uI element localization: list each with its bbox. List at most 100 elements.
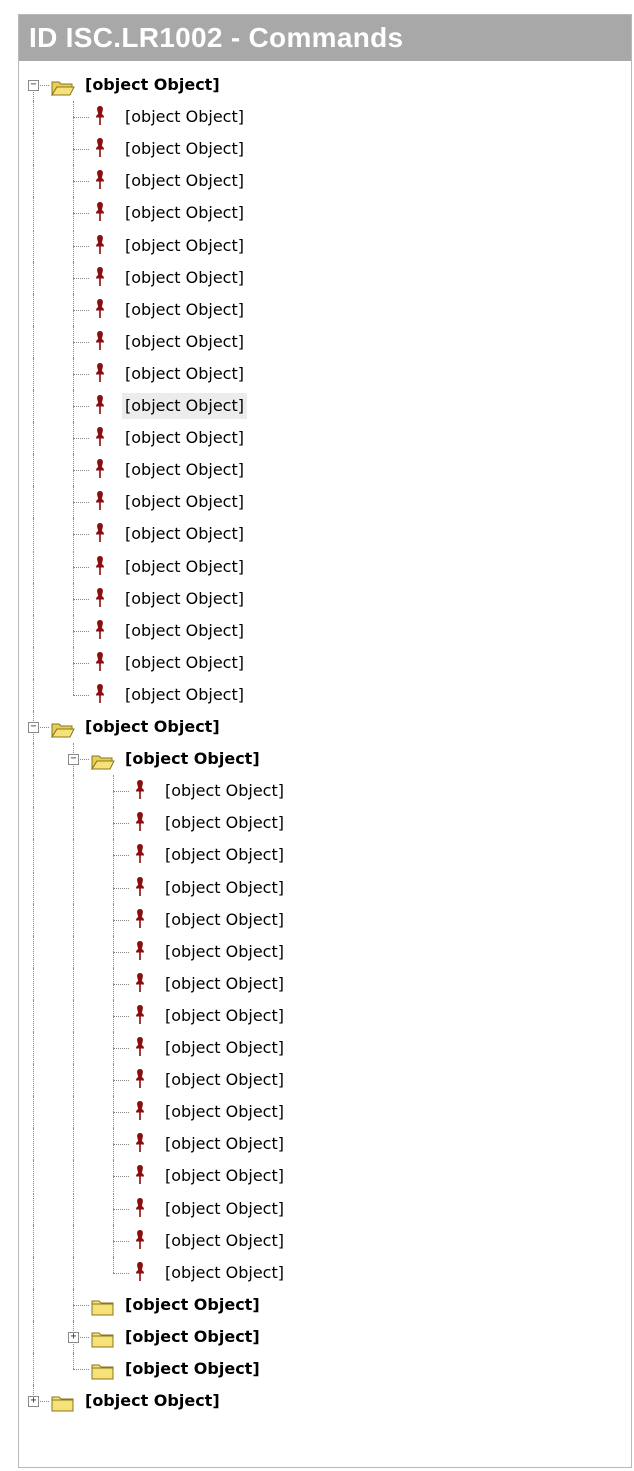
tree-command-row[interactable]: [object Object]: [19, 1032, 631, 1065]
collapse-toggle[interactable]: −: [68, 754, 79, 766]
tree-command-row[interactable]: [object Object]: [19, 935, 631, 968]
tree-command-row[interactable]: [object Object]: [19, 871, 631, 904]
command-label[interactable]: [object Object]: [162, 1131, 287, 1157]
command-label[interactable]: [object Object]: [122, 104, 247, 130]
tree-command-row[interactable]: [object Object]: [19, 390, 631, 423]
tree-command-row[interactable]: [object Object]: [19, 903, 631, 936]
tree-guide-line: [73, 967, 74, 1000]
tree-command-row[interactable]: [object Object]: [19, 101, 631, 134]
command-label[interactable]: [object Object]: [122, 233, 247, 259]
command-label[interactable]: [object Object]: [122, 618, 247, 644]
command-label[interactable]: [object Object]: [122, 168, 247, 194]
tree-command-row[interactable]: [object Object]: [19, 325, 631, 358]
folder-label[interactable]: [object Object]: [122, 1324, 263, 1350]
command-label[interactable]: [object Object]: [122, 650, 247, 676]
expand-toggle[interactable]: +: [68, 1331, 79, 1343]
command-label[interactable]: [object Object]: [122, 393, 247, 419]
tree-command-row[interactable]: [object Object]: [19, 261, 631, 294]
command-label[interactable]: [object Object]: [122, 521, 247, 547]
tree-folder-row[interactable]: + [object Object]: [19, 1320, 631, 1353]
tree-command-row[interactable]: [object Object]: [19, 1096, 631, 1129]
command-tree[interactable]: − [object Object] [object Object] [objec…: [19, 65, 631, 1467]
tree-command-row[interactable]: [object Object]: [19, 614, 631, 647]
command-label[interactable]: [object Object]: [162, 907, 287, 933]
tree-command-row[interactable]: [object Object]: [19, 550, 631, 583]
command-label[interactable]: [object Object]: [162, 1163, 287, 1189]
tree-command-row[interactable]: [object Object]: [19, 646, 631, 679]
tree-command-row[interactable]: [object Object]: [19, 839, 631, 872]
tree-command-row[interactable]: [object Object]: [19, 775, 631, 808]
command-label[interactable]: [object Object]: [162, 778, 287, 804]
command-label[interactable]: [object Object]: [122, 136, 247, 162]
tree-folder-row[interactable]: [object Object]: [19, 1288, 631, 1321]
tree-command-row[interactable]: [object Object]: [19, 197, 631, 230]
collapse-toggle[interactable]: −: [28, 80, 39, 92]
tree-folder-row[interactable]: [object Object]: [19, 1353, 631, 1386]
command-label[interactable]: [object Object]: [162, 939, 287, 965]
tree-command-row[interactable]: [object Object]: [19, 293, 631, 326]
collapse-toggle[interactable]: −: [28, 722, 39, 734]
tree-folder-row[interactable]: − [object Object]: [19, 743, 631, 776]
tree-command-row[interactable]: [object Object]: [19, 967, 631, 1000]
command-label[interactable]: [object Object]: [122, 200, 247, 226]
tree-guide-line: [113, 791, 129, 793]
command-label[interactable]: [object Object]: [162, 875, 287, 901]
folder-label[interactable]: [object Object]: [122, 746, 263, 772]
command-label[interactable]: [object Object]: [162, 1067, 287, 1093]
command-label[interactable]: [object Object]: [122, 297, 247, 323]
tree-command-row[interactable]: [object Object]: [19, 518, 631, 551]
tree-command-row[interactable]: [object Object]: [19, 357, 631, 390]
tree-guide-line: [73, 1369, 89, 1371]
command-label[interactable]: [object Object]: [122, 586, 247, 612]
command-label[interactable]: [object Object]: [162, 971, 287, 997]
tree-command-row[interactable]: [object Object]: [19, 133, 631, 166]
tree-guide-line: [33, 518, 34, 551]
command-label[interactable]: [object Object]: [162, 1260, 287, 1286]
tree-command-row[interactable]: [object Object]: [19, 486, 631, 519]
tree-command-row[interactable]: [object Object]: [19, 807, 631, 840]
tree-command-row[interactable]: [object Object]: [19, 582, 631, 615]
command-label[interactable]: [object Object]: [162, 842, 287, 868]
pin-icon: [133, 1068, 147, 1090]
command-label[interactable]: [object Object]: [122, 425, 247, 451]
command-label[interactable]: [object Object]: [122, 682, 247, 708]
folder-label[interactable]: [object Object]: [122, 1292, 263, 1318]
command-label[interactable]: [object Object]: [122, 554, 247, 580]
tree-guide-line: [33, 422, 34, 455]
tree-command-row[interactable]: [object Object]: [19, 1064, 631, 1097]
folder-label[interactable]: [object Object]: [82, 72, 223, 98]
command-label[interactable]: [object Object]: [162, 1035, 287, 1061]
tree-command-row[interactable]: [object Object]: [19, 1128, 631, 1161]
command-label[interactable]: [object Object]: [122, 457, 247, 483]
command-label[interactable]: [object Object]: [122, 361, 247, 387]
command-label[interactable]: [object Object]: [122, 265, 247, 291]
command-label[interactable]: [object Object]: [162, 1003, 287, 1029]
tree-guide-line: [113, 1080, 129, 1082]
folder-label[interactable]: [object Object]: [82, 1388, 223, 1414]
tree-guide-line: [73, 871, 74, 904]
command-label[interactable]: [object Object]: [162, 1228, 287, 1254]
expand-toggle[interactable]: +: [28, 1396, 39, 1408]
tree-command-row[interactable]: [object Object]: [19, 999, 631, 1032]
command-label[interactable]: [object Object]: [162, 1196, 287, 1222]
tree-command-row[interactable]: [object Object]: [19, 1192, 631, 1225]
tree-folder-row[interactable]: − [object Object]: [19, 711, 631, 744]
tree-command-row[interactable]: [object Object]: [19, 1224, 631, 1257]
pin-icon: [133, 876, 147, 898]
pin-icon: [133, 779, 147, 801]
tree-command-row[interactable]: [object Object]: [19, 165, 631, 198]
folder-label[interactable]: [object Object]: [82, 714, 223, 740]
command-label[interactable]: [object Object]: [122, 489, 247, 515]
command-label[interactable]: [object Object]: [122, 329, 247, 355]
tree-folder-row[interactable]: − [object Object]: [19, 69, 631, 102]
tree-command-row[interactable]: [object Object]: [19, 229, 631, 262]
tree-command-row[interactable]: [object Object]: [19, 678, 631, 711]
command-label[interactable]: [object Object]: [162, 1099, 287, 1125]
tree-folder-row[interactable]: + [object Object]: [19, 1385, 631, 1417]
tree-command-row[interactable]: [object Object]: [19, 454, 631, 487]
folder-label[interactable]: [object Object]: [122, 1356, 263, 1382]
tree-command-row[interactable]: [object Object]: [19, 1160, 631, 1193]
tree-command-row[interactable]: [object Object]: [19, 422, 631, 455]
command-label[interactable]: [object Object]: [162, 810, 287, 836]
tree-command-row[interactable]: [object Object]: [19, 1256, 631, 1289]
